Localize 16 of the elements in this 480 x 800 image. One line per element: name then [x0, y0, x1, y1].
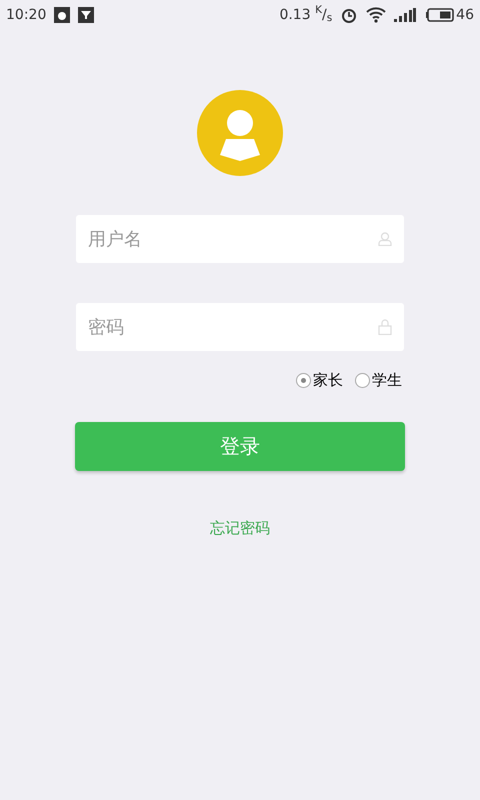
person-icon: [378, 232, 392, 246]
battery-level: 46: [456, 6, 474, 24]
notification-icon: [78, 7, 94, 23]
alarm-icon: [340, 6, 358, 24]
wifi-icon: [366, 7, 386, 23]
battery-icon: [426, 8, 454, 22]
network-speed: 0.13 $^{K}$/$_{s}$: [279, 4, 332, 26]
role-radio[interactable]: 学生: [355, 369, 402, 392]
lock-icon: [378, 319, 392, 335]
signal-icon: [394, 8, 416, 22]
status-time: 10:20: [6, 6, 46, 24]
role-radio[interactable]: 家长: [296, 369, 343, 392]
avatar-icon: [196, 89, 284, 177]
notification-icon: [54, 7, 70, 23]
username-field[interactable]: 用户名: [76, 215, 404, 263]
password-field[interactable]: 密码: [76, 303, 404, 351]
